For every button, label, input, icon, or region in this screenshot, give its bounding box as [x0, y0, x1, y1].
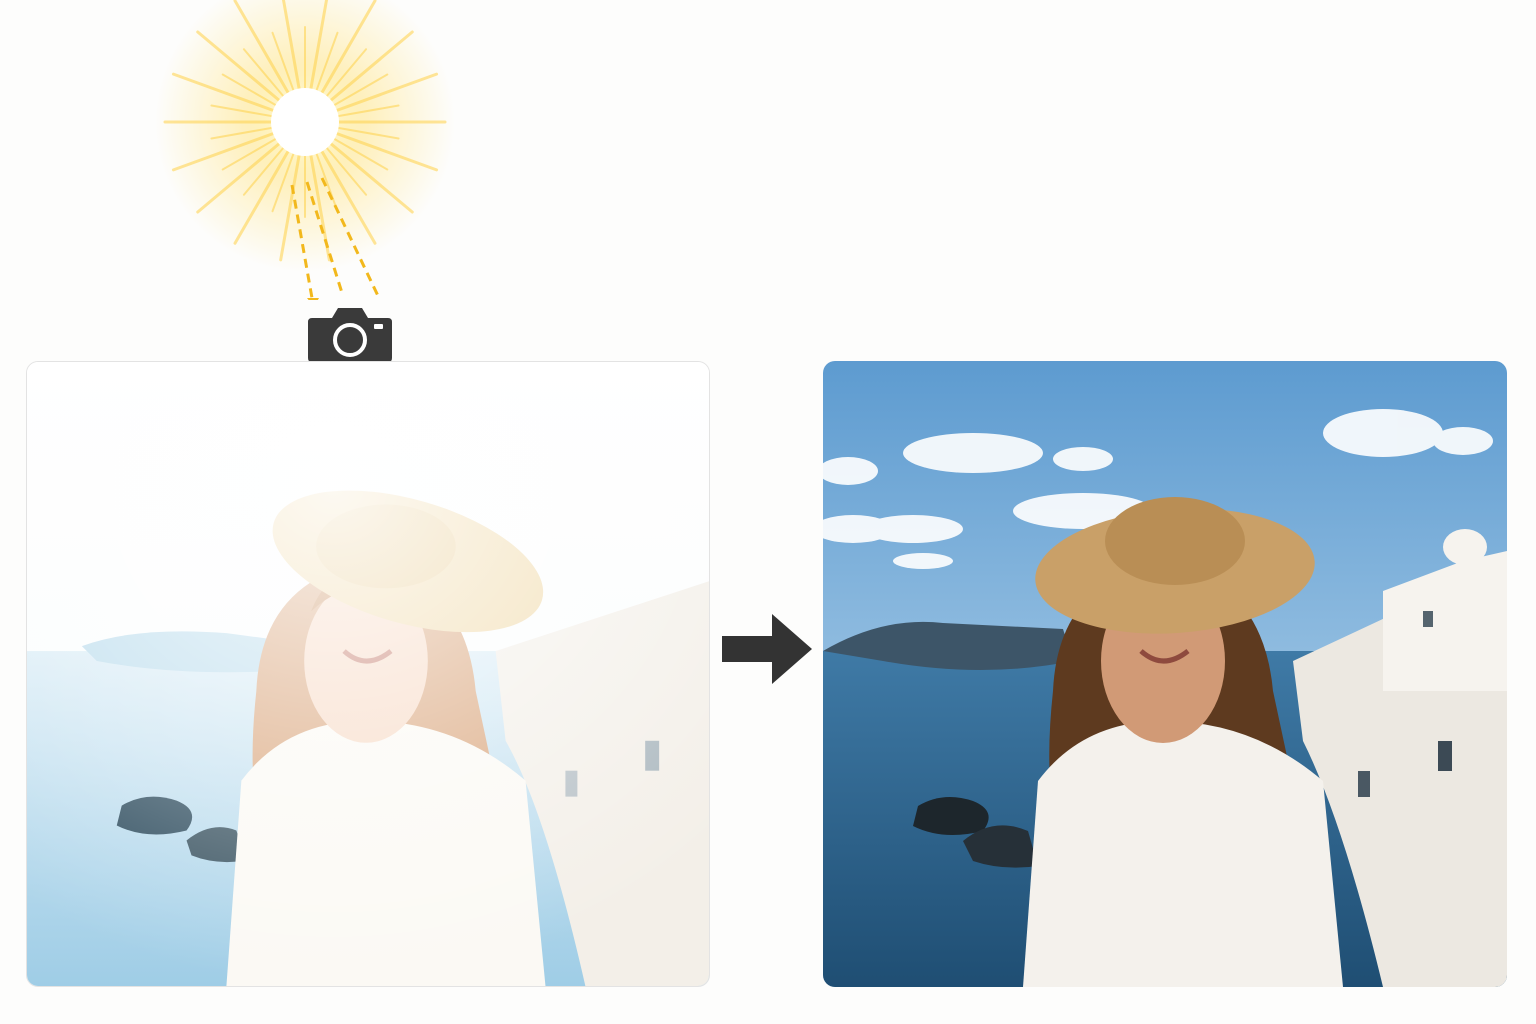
corrected-photo	[823, 361, 1507, 987]
sun-icon	[115, 0, 495, 307]
right-arrow-icon	[720, 612, 812, 686]
overexposed-photo	[26, 361, 710, 987]
camera-icon	[306, 304, 394, 364]
